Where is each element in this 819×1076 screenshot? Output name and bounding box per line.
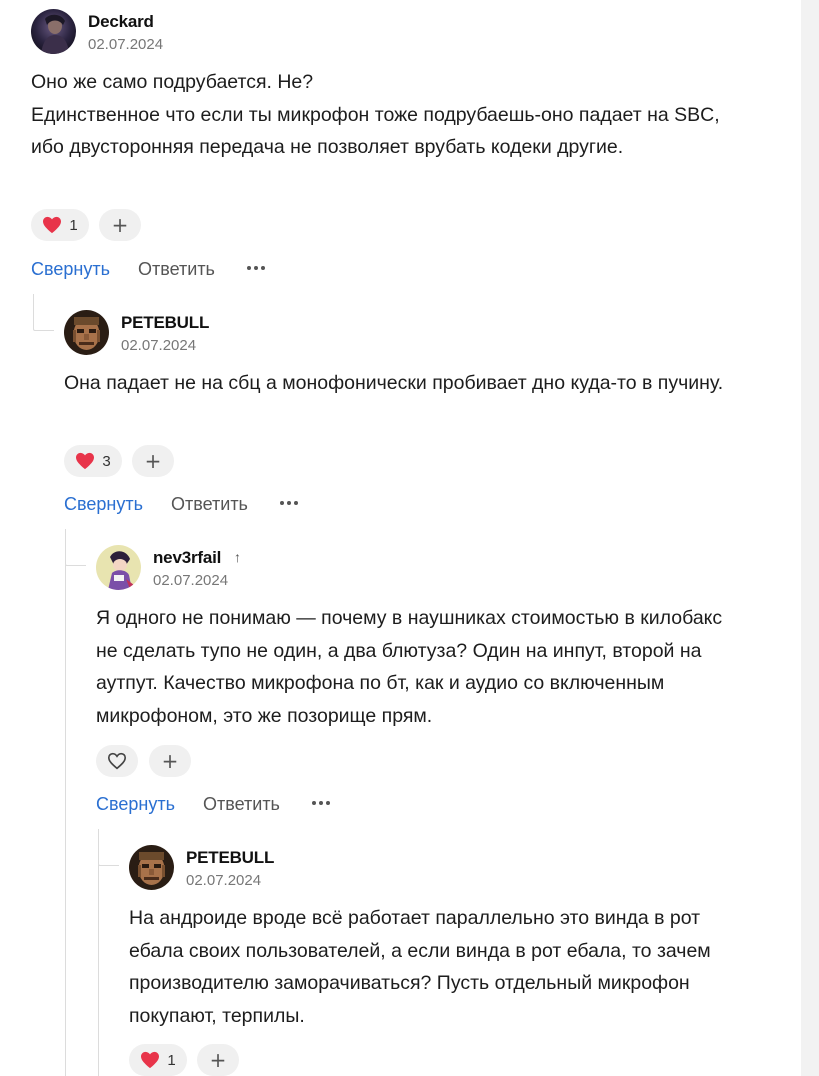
comment: nev3rfail ↑ 02.07.2024 Я одного не поним… [96,545,776,825]
reactions-bar: 1 + [129,1044,249,1076]
like-count: 1 [167,1051,176,1069]
plus-icon: + [209,1048,227,1072]
author-name[interactable]: PETEBULL [121,313,209,333]
reply-link[interactable]: Ответить [138,259,215,280]
more-dots-icon[interactable] [312,801,330,805]
heart-icon [141,1051,160,1069]
thread-connector [65,529,86,566]
doom-face-avatar-icon [129,845,174,890]
author-name[interactable]: nev3rfail [153,548,221,568]
dark-figure-avatar-icon [31,9,76,54]
like-count: 1 [69,216,78,234]
collapse-link[interactable]: Свернуть [96,794,175,815]
thread-line [98,865,99,1076]
comment: PETEBULL 02.07.2024 На андроиде вроде вс… [129,845,779,1076]
user-avatar[interactable] [31,9,76,54]
comment-date[interactable]: 02.07.2024 [88,36,163,53]
comment-paragraph: Единственное что если ты микрофон тоже п… [31,103,720,159]
more-dots-icon[interactable] [280,501,298,505]
comment-paragraph: Оно же само подрубается. Не? [31,71,314,93]
comment: PETEBULL 02.07.2024 Она падает не на сбц… [64,310,764,525]
comment-actions: Свернуть Ответить [64,494,324,518]
reply-link[interactable]: Ответить [171,494,248,515]
user-avatar[interactable] [129,845,174,890]
anime-character-avatar-icon [96,545,141,590]
like-button[interactable]: 1 [31,209,89,241]
comment-header: nev3rfail ↑ 02.07.2024 [96,545,496,591]
user-avatar[interactable] [64,310,109,355]
comment-date[interactable]: 02.07.2024 [186,872,261,889]
collapse-link[interactable]: Свернуть [31,259,110,280]
comment-text: Оно же само подрубается. Не? Единственно… [31,66,731,164]
plus-icon: + [111,213,129,237]
collapse-link[interactable]: Свернуть [64,494,143,515]
add-reaction-button[interactable]: + [149,745,191,777]
comment-text: На андроиде вроде всё работает параллель… [129,902,729,1033]
like-button[interactable]: 1 [129,1044,187,1076]
comment-actions: Свернуть Ответить [96,794,356,818]
comment-paragraph: На андроиде вроде всё работает параллель… [129,907,711,1028]
comments-panel: Deckard 02.07.2024 Оно же само подрубает… [0,0,801,1076]
add-reaction-button[interactable]: + [99,209,141,241]
reply-link[interactable]: Ответить [203,794,280,815]
plus-icon: + [161,749,179,773]
like-button[interactable]: 3 [64,445,122,477]
comment-header: PETEBULL 02.07.2024 [64,310,464,356]
user-avatar[interactable] [96,545,141,590]
comment-date[interactable]: 02.07.2024 [121,337,196,354]
reactions-bar: + [96,745,196,777]
comment-actions: Свернуть Ответить [31,259,291,283]
comment-paragraph: Она падает не на сбц а монофонически про… [64,372,724,394]
thread-connector [33,294,54,331]
like-count: 3 [102,452,111,470]
add-reaction-button[interactable]: + [197,1044,239,1076]
comment-header: PETEBULL 02.07.2024 [129,845,529,891]
author-name[interactable]: PETEBULL [186,848,274,868]
doom-face-avatar-icon [64,310,109,355]
plus-icon: + [144,449,162,473]
comment-text: Она падает не на сбц а монофонически про… [64,367,724,400]
reactions-bar: 3 + [64,445,184,477]
author-name[interactable]: Deckard [88,12,154,32]
like-button[interactable] [96,745,138,777]
comment: Deckard 02.07.2024 Оно же само подрубает… [31,9,751,289]
thread-line [65,565,66,1076]
comment-header: Deckard 02.07.2024 [31,9,431,55]
heart-icon [76,452,95,470]
comment-date[interactable]: 02.07.2024 [153,572,228,589]
reactions-bar: 1 + [31,209,151,241]
heart-icon [43,216,62,234]
arrow-up-icon: ↑ [234,549,241,565]
comment-text: Я одного не понимаю — почему в наушниках… [96,602,726,733]
more-dots-icon[interactable] [247,266,265,270]
heart-outline-icon [107,752,127,770]
thread-connector [98,829,119,866]
add-reaction-button[interactable]: + [132,445,174,477]
comment-paragraph: Я одного не понимаю — почему в наушниках… [96,607,723,728]
